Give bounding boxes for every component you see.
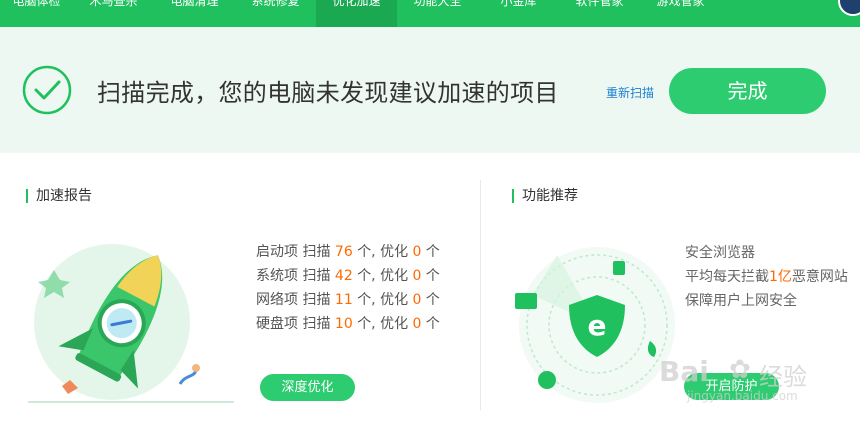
- report-row: 系统项 扫描 42 个, 优化 0 个: [256, 268, 440, 284]
- avatar[interactable]: [838, 0, 860, 16]
- watermark-url: jingyan.baidu.com: [687, 389, 798, 403]
- deep-optimize-button[interactable]: 深度优化: [260, 374, 355, 401]
- tab-software-manager[interactable]: 软件管家: [559, 0, 640, 27]
- feature-line-desc: 保障用户上网安全: [685, 293, 797, 309]
- svg-text:e: e: [588, 309, 607, 342]
- baidu-jingyan-watermark: Bai ✿ 经验 jingyan.baidu.com: [655, 335, 860, 425]
- feature-line-title: 安全浏览器: [685, 245, 755, 261]
- browser-shield-illustration: e: [515, 247, 675, 403]
- paw-icon: ✿: [729, 355, 751, 385]
- watermark-brand-2: 经验: [759, 363, 807, 391]
- tab-pc-cleanup[interactable]: 电脑清理: [154, 0, 235, 27]
- top-nav: 电脑体检 木马查杀 电脑清理 系统修复 优化加速 功能大全 小金库 软件管家 游…: [0, 0, 860, 27]
- watermark-brand: Bai: [659, 355, 709, 388]
- tab-feature-center[interactable]: 功能大全: [397, 0, 478, 27]
- tab-game-manager[interactable]: 游戏管家: [640, 0, 721, 27]
- feature-recommend-title: 功能推荐: [512, 189, 578, 203]
- check-circle-icon: [22, 65, 72, 115]
- tab-optimize-speedup[interactable]: 优化加速: [316, 0, 397, 27]
- tab-vault[interactable]: 小金库: [478, 0, 559, 27]
- done-button[interactable]: 完成: [669, 68, 826, 114]
- rescan-link[interactable]: 重新扫描: [606, 84, 654, 101]
- report-row: 启动项 扫描 76 个, 优化 0 个: [256, 244, 440, 260]
- speedup-report-title: 加速报告: [26, 189, 92, 203]
- feature-description: 安全浏览器 平均每天拦截1亿恶意网站 保障用户上网安全: [685, 243, 848, 315]
- scan-status-text: 扫描完成，您的电脑未发现建议加速的项目: [97, 79, 559, 107]
- tab-trojan-scan[interactable]: 木马查杀: [73, 0, 154, 27]
- report-list: 启动项 扫描 76 个, 优化 0 个 系统项 扫描 42 个, 优化 0 个 …: [256, 242, 440, 338]
- tab-system-repair[interactable]: 系统修复: [235, 0, 316, 27]
- tab-pc-checkup[interactable]: 电脑体检: [0, 0, 73, 27]
- report-row: 网络项 扫描 11 个, 优化 0 个: [256, 292, 440, 308]
- section-divider: [480, 180, 481, 410]
- scan-result-banner: 扫描完成，您的电脑未发现建议加速的项目 重新扫描 完成: [0, 27, 860, 153]
- report-row: 硬盘项 扫描 10 个, 优化 0 个: [256, 316, 440, 332]
- feature-line-stat: 平均每天拦截1亿恶意网站: [685, 269, 848, 285]
- rocket-illustration: [28, 244, 234, 403]
